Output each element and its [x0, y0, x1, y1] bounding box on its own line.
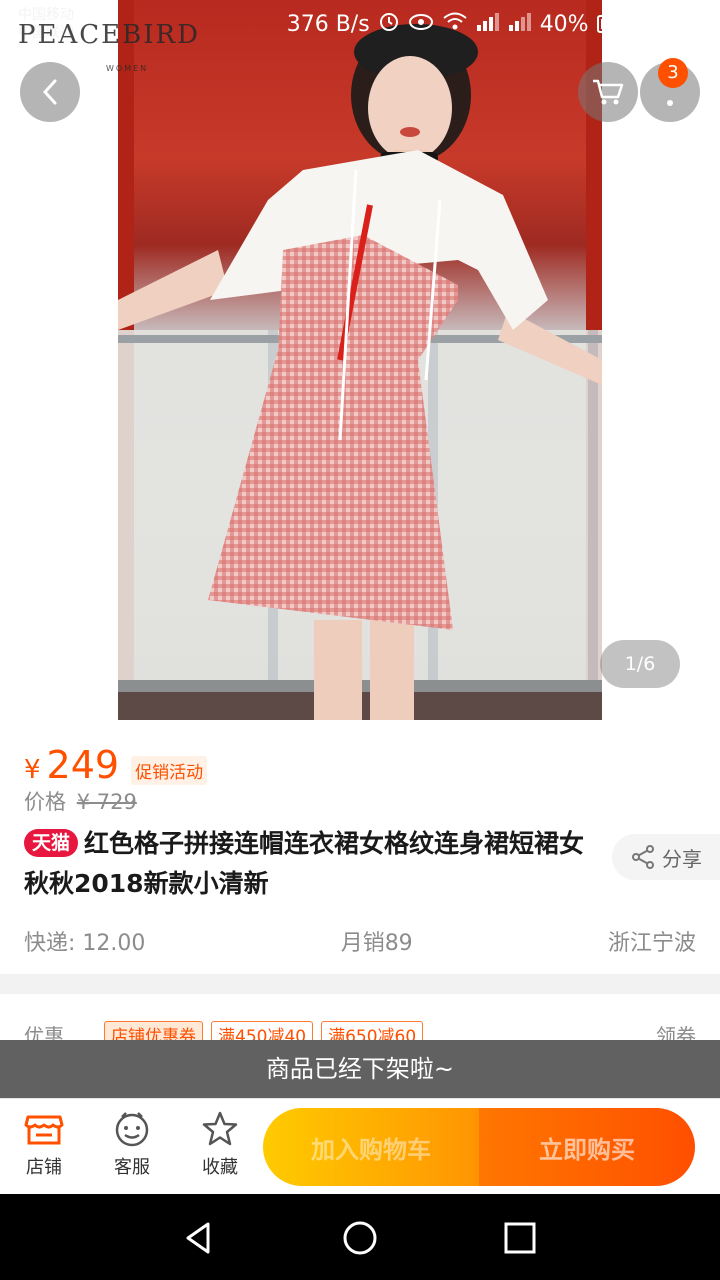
- brand-sub: WOMEN: [106, 64, 149, 73]
- buy-now-button[interactable]: 立即购买: [479, 1108, 695, 1186]
- claim-coupon-link[interactable]: 领券: [656, 1020, 696, 1040]
- brand-logo: PEACEBIRD: [18, 20, 200, 50]
- tmall-tag: 天猫: [24, 829, 79, 857]
- cart-count-badge: 3: [658, 58, 688, 88]
- system-navigation-bar: [0, 1194, 720, 1280]
- currency-symbol: ¥: [24, 755, 41, 785]
- net-speed: 376 B/s: [286, 11, 370, 37]
- battery-icon: [596, 15, 639, 33]
- coupon-label: 优惠: [24, 1024, 64, 1040]
- coupon-row[interactable]: 优惠 店铺优惠券 满450减40 满650减60 领券: [0, 994, 720, 1040]
- purchase-buttons: 加入购物车 立即购买: [263, 1108, 695, 1186]
- status-indicators: 376 B/s 40% 14:48: [287, 9, 706, 39]
- favorite-label: 收藏: [202, 1157, 238, 1178]
- eye-icon: [408, 12, 434, 37]
- shop-label: 店铺: [26, 1157, 62, 1178]
- clock: 14:48: [642, 11, 706, 37]
- coupon-tag-shop[interactable]: 店铺优惠券: [104, 1021, 203, 1040]
- nav-recents-icon[interactable]: [498, 1216, 542, 1260]
- shipping-fee: 快递: 12.00: [24, 931, 146, 956]
- add-to-cart-button[interactable]: 加入购物车: [263, 1108, 479, 1186]
- coupon-row-content: 优惠 店铺优惠券 满450减40 满650减60 领券: [24, 1020, 696, 1040]
- product-info-card: ¥ 249 促销活动 价格 ¥ 729 天猫 红色格子拼接连帽连衣裙女格纹连身裙短…: [0, 720, 720, 974]
- original-price-label: 价格: [24, 790, 66, 814]
- coupon-tag-450[interactable]: 满450减40: [211, 1021, 314, 1040]
- status-bar: 中国移动 中国联通 PEACEBIRD WOMEN 376 B/s 40% 14…: [0, 0, 720, 73]
- meta-row: 快递: 12.00 月销89 浙江宁波: [24, 925, 696, 957]
- current-price: 249: [46, 743, 120, 787]
- price-row: ¥ 249 促销活动: [24, 743, 208, 787]
- delisted-toast: 商品已经下架啦~: [0, 1040, 720, 1098]
- favorite-button[interactable]: 收藏: [190, 1111, 250, 1179]
- cart-button[interactable]: [578, 62, 638, 122]
- alarm-icon: [378, 10, 400, 38]
- star-icon: [202, 1111, 238, 1146]
- wifi-icon: [442, 11, 468, 37]
- monthly-sales: 月销89: [340, 931, 413, 956]
- gallery-pager: 1/6: [600, 640, 680, 688]
- share-button[interactable]: 分享: [612, 834, 720, 880]
- share-label: 分享: [662, 846, 702, 871]
- service-label: 客服: [114, 1157, 150, 1178]
- back-icon: [42, 79, 57, 105]
- battery-percent: 40%: [539, 11, 589, 37]
- bottom-action-bar: 店铺 客服 收藏 加入购物车 立即购买: [0, 1098, 720, 1194]
- product-title-text: 红色格子拼接连帽连衣裙女格纹连身裙短裙女秋秋2018新款小清新: [24, 829, 585, 898]
- back-button[interactable]: [20, 62, 80, 122]
- signal-4g-icon: [508, 11, 532, 37]
- share-icon: [632, 845, 654, 869]
- cart-icon: [593, 79, 624, 105]
- product-title: 天猫 红色格子拼接连帽连衣裙女格纹连身裙短裙女秋秋2018新款小清新: [24, 824, 592, 904]
- shop-button[interactable]: 店铺: [14, 1111, 74, 1179]
- nav-back-icon[interactable]: [178, 1216, 222, 1260]
- model-illustration: [118, 24, 602, 720]
- coupon-tag-650[interactable]: 满650减60: [321, 1021, 424, 1040]
- original-price: ¥ 729: [76, 790, 137, 814]
- shop-icon: [24, 1115, 64, 1145]
- customer-service-button[interactable]: 客服: [102, 1111, 162, 1179]
- nav-home-icon[interactable]: [338, 1216, 382, 1260]
- service-icon: [115, 1112, 149, 1147]
- product-photo[interactable]: [118, 0, 602, 720]
- more-icon: [667, 100, 673, 106]
- promo-tag[interactable]: 促销活动: [131, 756, 208, 785]
- ship-from-location: 浙江宁波: [607, 931, 696, 956]
- signal-icon: [476, 11, 500, 37]
- product-detail-screen: 中国移动 中国联通 PEACEBIRD WOMEN 376 B/s 40% 14…: [0, 0, 720, 1280]
- original-price-row: 价格 ¥ 729: [24, 786, 137, 816]
- more-button[interactable]: 3: [640, 58, 700, 122]
